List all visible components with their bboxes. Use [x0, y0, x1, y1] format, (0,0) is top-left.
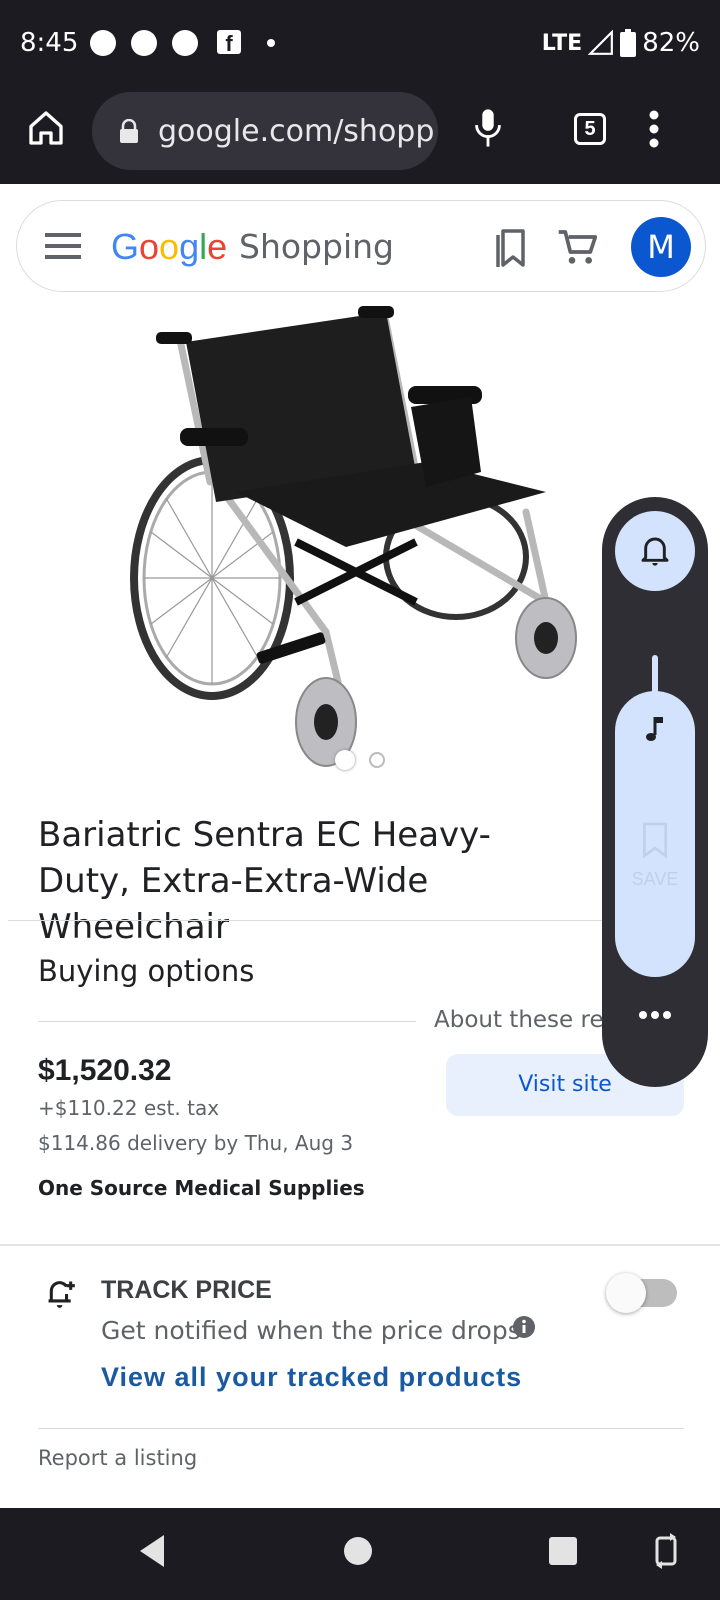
- logo-letter: g: [179, 226, 200, 267]
- volume-slider[interactable]: SAVE: [615, 691, 695, 977]
- lock-icon: [120, 119, 138, 143]
- google-logo[interactable]: Google: [111, 226, 227, 268]
- cart-icon[interactable]: [557, 227, 597, 267]
- report-listing-link[interactable]: Report a listing: [38, 1446, 197, 1470]
- rotate-screen-icon[interactable]: [652, 1533, 680, 1569]
- volume-panel: SAVE: [602, 497, 708, 1087]
- save-icon: [643, 822, 667, 859]
- toggle-knob[interactable]: [606, 1273, 646, 1313]
- messenger-icon: [172, 30, 198, 56]
- bell-icon: [641, 537, 669, 566]
- signal-icon: [588, 30, 614, 55]
- tab-switcher-button[interactable]: 5: [574, 113, 606, 145]
- product-title: Bariatric Sentra EC Heavy-Duty, Extra-Ex…: [38, 815, 491, 947]
- battery-icon: [620, 29, 637, 57]
- more-vert-icon[interactable]: [648, 110, 660, 148]
- divider: [0, 1244, 720, 1246]
- logo-letter: e: [207, 226, 228, 267]
- carousel-dot[interactable]: [369, 752, 385, 768]
- recents-icon[interactable]: [547, 1535, 579, 1567]
- carousel-dot-active[interactable]: [335, 750, 355, 770]
- seller-name[interactable]: One Source Medical Supplies: [38, 1176, 365, 1200]
- tracked-products-link[interactable]: View all your tracked products: [101, 1362, 522, 1393]
- more-notifications-icon: [267, 39, 275, 47]
- buying-options-heading: Buying options: [38, 954, 255, 988]
- delivery-text: $114.86 delivery by Thu, Aug 3: [38, 1131, 354, 1155]
- navigation-bar: [0, 1508, 720, 1600]
- status-bar: 8:45 f LTE 82%: [0, 0, 720, 88]
- divider: [38, 1021, 416, 1022]
- address-bar[interactable]: google.com/shopp: [92, 92, 438, 170]
- network-label: LTE: [541, 30, 583, 56]
- back-icon[interactable]: [136, 1533, 168, 1569]
- divider: [8, 920, 608, 921]
- save-label: SAVE: [631, 869, 679, 889]
- messenger-icon: [90, 30, 116, 56]
- add-alert-icon: [48, 1281, 75, 1308]
- account-avatar[interactable]: M: [631, 217, 691, 277]
- saved-items-icon[interactable]: [493, 225, 533, 269]
- microphone-icon[interactable]: [473, 108, 503, 148]
- shopping-label: Shopping: [239, 227, 394, 266]
- logo-letter: l: [199, 226, 208, 267]
- track-price-title: TRACK PRICE: [101, 1276, 272, 1304]
- music-note-icon: [646, 717, 663, 741]
- messenger-icon: [131, 30, 157, 56]
- url-text: google.com/shopp: [158, 113, 435, 149]
- tax-text: +$110.22 est. tax: [38, 1096, 220, 1120]
- logo-letter: G: [111, 226, 140, 267]
- battery-percent: 82%: [642, 28, 700, 58]
- logo-letter: o: [159, 226, 180, 267]
- more-horiz-icon[interactable]: [638, 1010, 672, 1020]
- price: $1,520.32: [38, 1054, 172, 1087]
- clock: 8:45: [20, 28, 79, 58]
- shopping-header: Google Shopping M: [16, 200, 706, 292]
- home-icon[interactable]: [26, 108, 66, 148]
- ring-mode-button[interactable]: [615, 511, 695, 591]
- home-nav-icon[interactable]: [342, 1535, 374, 1567]
- volume-track: [652, 655, 658, 695]
- product-image[interactable]: [126, 302, 596, 772]
- info-icon[interactable]: [512, 1315, 536, 1339]
- menu-icon[interactable]: [45, 231, 83, 261]
- track-price-description: Get notified when the price drops: [101, 1316, 521, 1345]
- facebook-icon: f: [217, 30, 241, 56]
- logo-letter: o: [139, 226, 160, 267]
- browser-toolbar: google.com/shopp 5: [0, 88, 720, 184]
- divider: [38, 1428, 684, 1429]
